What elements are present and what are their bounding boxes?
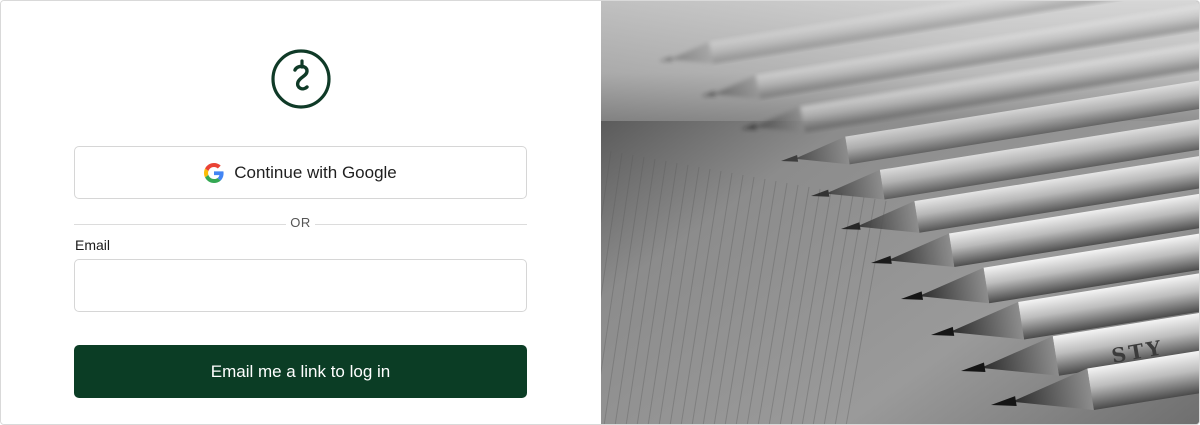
continue-with-google-button[interactable]: Continue with Google [74,146,527,199]
email-field[interactable] [74,259,527,312]
email-login-link-button[interactable]: Email me a link to log in [74,345,527,398]
divider-line-right [315,224,527,225]
google-icon [204,162,224,183]
google-button-label: Continue with Google [234,162,397,182]
email-label: Email [75,237,111,253]
pencils-photo: STY [601,1,1199,424]
divider-text: OR [290,215,311,230]
login-panel: Continue with Google OR Email Email me a… [1,1,601,424]
brand-logo-icon [271,49,331,109]
or-divider: OR [74,214,527,234]
login-page: Continue with Google OR Email Email me a… [0,0,1200,425]
